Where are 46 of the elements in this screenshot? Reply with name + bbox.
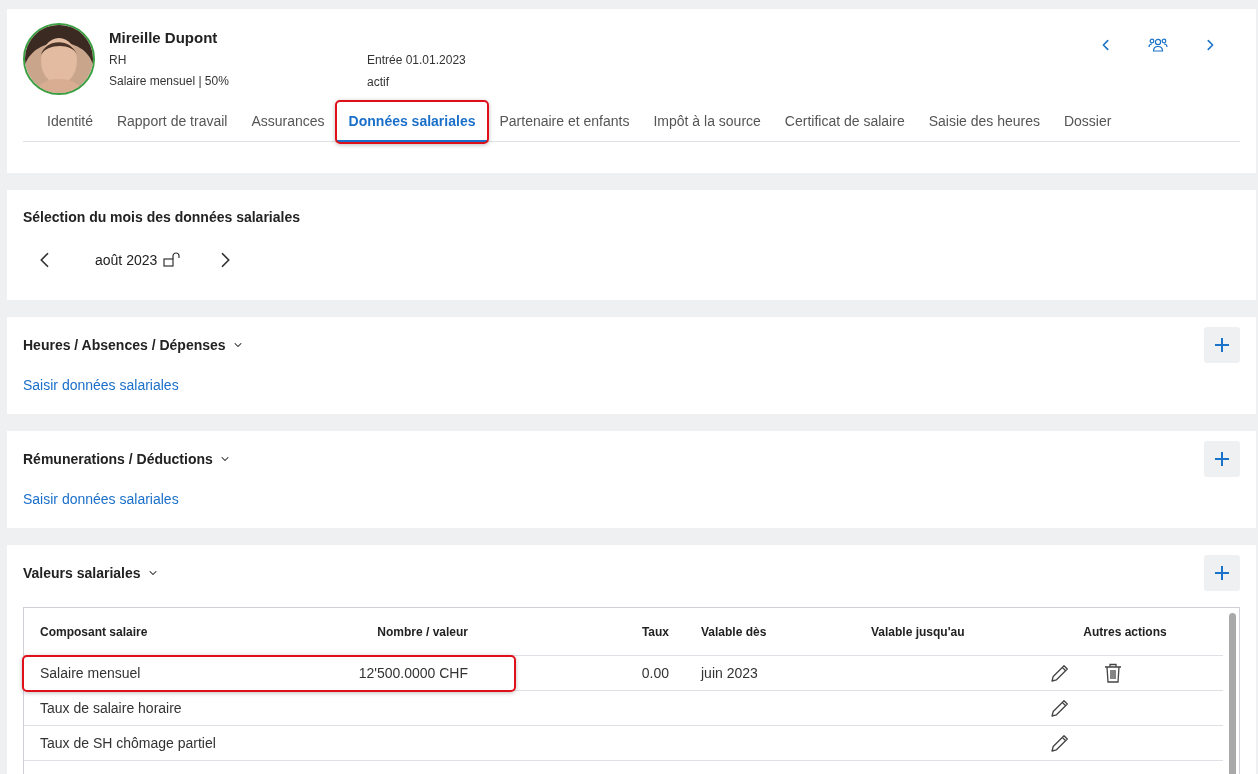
- column-header: Taux: [640, 624, 669, 639]
- tab[interactable]: Identité: [35, 103, 105, 142]
- enter-salary-data-link[interactable]: Saisir données salariales: [23, 491, 179, 507]
- plus-icon: [1214, 451, 1230, 467]
- people-icon: [1148, 37, 1168, 53]
- month-label: août 2023: [95, 252, 158, 268]
- plus-icon: [1214, 565, 1230, 581]
- table-cell: juin 2023: [701, 665, 758, 681]
- table-cell-text: Salaire mensuel: [40, 665, 142, 681]
- trash-icon[interactable]: [1104, 663, 1122, 683]
- tab[interactable]: Partenaire et enfants: [487, 103, 642, 142]
- tab[interactable]: Certificat de salaire: [772, 103, 917, 142]
- table-cell: 0.00: [641, 665, 669, 681]
- pencil-icon[interactable]: [1050, 698, 1070, 718]
- column-header: Valable dès: [701, 624, 768, 639]
- section-toggle[interactable]: Valeurs salariales: [23, 565, 159, 581]
- table-cell-text: Taux de SH chômage partiel: [40, 735, 217, 751]
- add-button[interactable]: [1204, 441, 1240, 477]
- pencil-icon[interactable]: [1050, 733, 1070, 753]
- tab[interactable]: Assurances: [239, 103, 337, 142]
- tab[interactable]: Données salariales: [336, 103, 488, 142]
- column-header: Valable jusqu'au: [871, 624, 966, 639]
- tab[interactable]: Saisie des heures: [916, 103, 1052, 142]
- section-toggle[interactable]: Rémunerations / Déductions: [23, 451, 231, 467]
- scrollbar[interactable]: [1229, 613, 1236, 774]
- entry-date: Entrée 01.01.2023: [367, 53, 466, 67]
- employee-name: Mireille Dupont: [109, 29, 219, 46]
- add-button[interactable]: [1204, 555, 1240, 591]
- enter-salary-data-link[interactable]: Saisir données salariales: [23, 377, 179, 393]
- unlocked-padlock-icon[interactable]: [163, 252, 182, 268]
- column-header: Composant salaire: [40, 624, 149, 639]
- plus-icon: [1214, 337, 1230, 353]
- section-toggle[interactable]: Heures / Absences / Dépenses: [23, 337, 244, 353]
- tab[interactable]: Rapport de travail: [104, 103, 240, 142]
- column-header: Autres actions: [1082, 624, 1168, 639]
- add-button[interactable]: [1204, 327, 1240, 363]
- salary-type: Salaire mensuel | 50%: [109, 74, 230, 88]
- section-title: Sélection du mois des données salariales: [23, 209, 300, 225]
- employee-status: actif: [367, 75, 390, 89]
- table-cell-text: Taux de salaire horaire: [40, 700, 183, 716]
- department: RH: [109, 53, 128, 67]
- tab[interactable]: Impôt à la source: [641, 103, 773, 142]
- pencil-icon[interactable]: [1050, 663, 1070, 683]
- column-header: Nombre / valeur: [376, 624, 468, 639]
- table-cell: 12'500.0000 CHF: [358, 665, 468, 681]
- tab[interactable]: Dossier: [1051, 103, 1124, 142]
